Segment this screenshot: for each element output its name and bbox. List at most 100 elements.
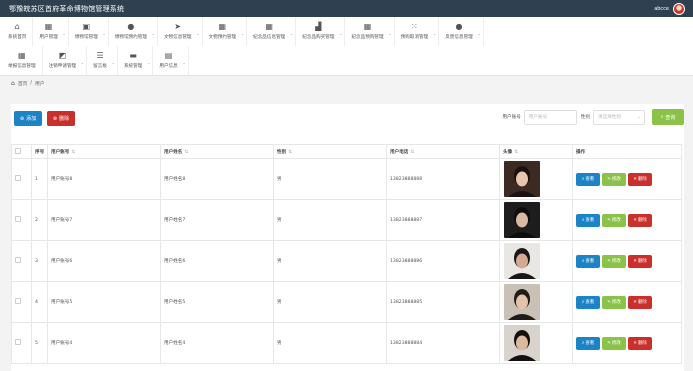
row-checkbox[interactable] xyxy=(15,339,21,345)
search-button[interactable]: ⌕ 查询 xyxy=(652,109,684,125)
send-icon: ➤ xyxy=(174,22,182,31)
cell-avatar xyxy=(499,158,573,200)
user-photo[interactable] xyxy=(504,202,540,238)
header-name[interactable]: 用户姓名 ⇅ xyxy=(160,144,274,159)
factory-icon: ▟ xyxy=(315,22,322,31)
nav-item[interactable]: ▦ 纪念品预购管理 ⌄ xyxy=(345,17,395,46)
cell-index: 5 xyxy=(31,322,48,364)
chart-icon: ◩ xyxy=(58,51,67,60)
delete-button[interactable]: ✕ 删除 xyxy=(628,254,652,268)
avatar[interactable] xyxy=(673,2,685,15)
header-gender[interactable]: 性别 ⇅ xyxy=(273,144,387,159)
chevron-down-icon: ⌄ xyxy=(339,31,343,36)
nav-item[interactable]: ⁙ 预购取消管理 ⌄ xyxy=(395,17,440,46)
nav-item[interactable]: ▬ 系统管理 ⌄ xyxy=(118,46,154,75)
view-button[interactable]: ⌕ 查看 xyxy=(576,213,600,227)
view-button[interactable]: ⌕ 查看 xyxy=(576,172,600,186)
view-button[interactable]: ⌕ 查看 xyxy=(576,295,600,309)
user-photo[interactable] xyxy=(504,161,540,197)
nav-item-label: 纪念品信息管理 xyxy=(253,35,286,40)
row-checkbox[interactable] xyxy=(15,257,21,263)
header-account[interactable]: 用户账号 ⇅ xyxy=(47,144,161,159)
edit-button[interactable]: ✎ 修改 xyxy=(602,172,626,186)
grid-icon: ▦ xyxy=(363,22,372,31)
delete-button[interactable]: ✕ 删除 xyxy=(628,295,652,309)
cell-account: 用户账号5 xyxy=(47,281,161,323)
cell-account: 用户账号4 xyxy=(47,322,161,364)
sort-icon[interactable]: ⇅ xyxy=(514,150,518,155)
row-checkbox[interactable] xyxy=(15,216,21,222)
view-button[interactable]: ⌕ 查看 xyxy=(576,254,600,268)
user-photo[interactable] xyxy=(504,243,540,279)
nav-item[interactable]: ▟ 纪念品购买管理 ⌄ xyxy=(296,17,346,46)
row-select-cell[interactable] xyxy=(11,199,32,241)
nav-item[interactable]: ▦ 举报信息管理 xyxy=(2,46,43,75)
account-input[interactable]: 用户账号 xyxy=(523,109,577,125)
plus-icon: ⊕ xyxy=(19,115,25,122)
edit-button[interactable]: ✎ 修改 xyxy=(602,336,626,350)
sort-icon[interactable]: ⇅ xyxy=(71,150,75,155)
delete-button[interactable]: ✕ 删除 xyxy=(628,213,652,227)
nav-item[interactable]: ▣ 博物馆管理 ⌄ xyxy=(69,17,109,46)
breadcrumb-home[interactable]: 首页 xyxy=(18,80,28,87)
monitor-icon: ▬ xyxy=(129,51,137,60)
cell-index: 2 xyxy=(31,199,48,241)
nav-item[interactable]: ▦ 文物预约管理 ⌄ xyxy=(203,17,248,46)
edit-icon: ✎ xyxy=(607,217,611,223)
cell-index: 1 xyxy=(31,158,48,200)
user-menu[interactable]: abcce xyxy=(654,2,685,15)
cell-gender: 男 xyxy=(273,322,387,364)
delete-button[interactable]: ✕ 删除 xyxy=(628,172,652,186)
nav-item[interactable]: ▦ 纪念品信息管理 ⌄ xyxy=(247,17,297,46)
edit-button[interactable]: ✎ 修改 xyxy=(602,295,626,309)
table-row: 5 用户账号4 用户姓名4 男 13823888884 ⌕ 查看 ✎ 修改 ✕ 删除 xyxy=(11,322,682,364)
row-select-cell[interactable] xyxy=(11,158,32,200)
cell-account: 用户账号7 xyxy=(47,199,161,241)
sort-icon[interactable]: ⇅ xyxy=(410,150,414,155)
row-select-cell[interactable] xyxy=(11,322,32,364)
row-select-cell[interactable] xyxy=(11,240,32,282)
sort-icon[interactable]: ⇅ xyxy=(184,150,188,155)
table-row: 2 用户账号7 用户姓名7 男 13823888887 ⌕ 查看 ✎ 修改 ✕ 删除 xyxy=(11,199,682,241)
row-select-cell[interactable] xyxy=(11,281,32,323)
grid-icon: ▦ xyxy=(18,51,26,60)
building-icon: ▣ xyxy=(82,22,91,31)
cell-index: 4 xyxy=(31,281,48,323)
delete-button[interactable]: ✕ 删除 xyxy=(628,336,652,350)
nav-item[interactable]: ➤ 文物信息管理 ⌄ xyxy=(158,17,203,46)
sort-icon[interactable]: ⇅ xyxy=(288,150,292,155)
nav-item[interactable]: ☰ 留言板 ⌄ xyxy=(87,46,118,75)
chevron-down-icon: ⌄ xyxy=(289,31,294,36)
header-phone[interactable]: 用户电话 ⇅ xyxy=(386,144,500,159)
pin-icon: ● xyxy=(455,22,463,31)
header-avatar[interactable]: 头像 ⇅ xyxy=(499,144,573,159)
bulk-delete-button[interactable]: ⊗ 删除 xyxy=(47,111,75,126)
nav-item[interactable]: ⌂ 系统首页 xyxy=(2,17,34,46)
view-button[interactable]: ⌕ 查看 xyxy=(576,336,600,350)
cell-name: 用户姓名5 xyxy=(160,281,274,323)
gender-select[interactable]: 请选择性别 ⌄ xyxy=(593,109,645,125)
row-checkbox[interactable] xyxy=(15,175,21,181)
cell-gender: 男 xyxy=(273,240,387,282)
row-checkbox[interactable] xyxy=(15,298,21,304)
nav-item[interactable]: ● 反馈信息管理 ⌄ xyxy=(439,17,484,46)
content-panel: ⊕ 添加 ⊗ 删除 用户账号 用户账号 性别 请选择性别 ⌄ ⌕ 查询 序号 用… xyxy=(11,104,684,371)
add-button-label: 添加 xyxy=(26,116,37,122)
cell-avatar xyxy=(499,199,573,241)
nav-item[interactable]: ◩ 注销申请管理 ⌄ xyxy=(43,46,88,75)
chevron-down-icon: ⌄ xyxy=(637,114,641,120)
cell-gender: 男 xyxy=(273,281,387,323)
cell-actions: ⌕ 查看 ✎ 修改 ✕ 删除 xyxy=(572,199,682,241)
account-label: 用户账号 xyxy=(502,115,521,120)
nav-item[interactable]: ▦ 用户管理 ⌄ xyxy=(33,17,69,46)
edit-button[interactable]: ✎ 修改 xyxy=(602,213,626,227)
add-button[interactable]: ⊕ 添加 xyxy=(14,111,42,126)
select-all-cell[interactable] xyxy=(11,144,32,159)
user-photo[interactable] xyxy=(504,284,540,320)
nav-item[interactable]: ● 博物馆预约管理 ⌄ xyxy=(109,17,158,46)
username: abcce xyxy=(654,5,669,12)
nav-item[interactable]: ▤ 用户信息 ⌄ xyxy=(153,46,189,75)
user-photo[interactable] xyxy=(504,325,540,361)
edit-button[interactable]: ✎ 修改 xyxy=(602,254,626,268)
select-all-checkbox[interactable] xyxy=(15,147,21,154)
